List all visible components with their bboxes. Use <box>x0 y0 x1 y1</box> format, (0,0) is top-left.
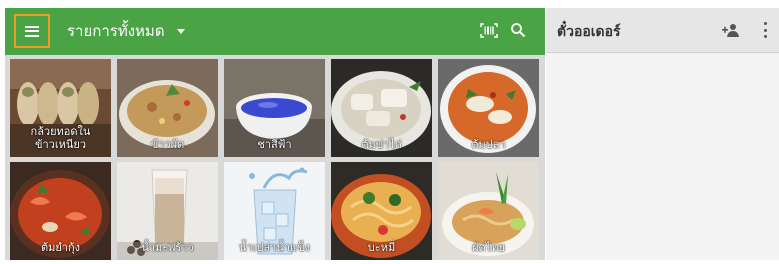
top-bar: รายการทั้งหมด <box>5 8 545 55</box>
product-label: บะหมี่ <box>367 241 396 254</box>
product-tile[interactable]: บะหมี่ <box>331 162 432 260</box>
order-title: ตั๋วออเดอร์ <box>557 24 621 40</box>
product-label: ต้มปลา <box>471 138 506 151</box>
product-tile[interactable]: น้ำเปล่าน้ำแข็ง <box>224 162 325 260</box>
product-label: กล้วยทอดใน ข้าวเหนียว <box>30 125 91 151</box>
search-icon[interactable] <box>510 22 526 38</box>
product-tile[interactable]: น้ำมะพร้าว <box>117 162 218 260</box>
product-tile[interactable]: กล้วยทอดใน ข้าวเหนียว <box>10 59 111 157</box>
hamburger-icon <box>25 25 39 37</box>
product-tile[interactable]: ต้มปลา <box>438 59 539 157</box>
order-header: ตั๋วออเดอร์ <box>546 8 779 53</box>
product-tile[interactable]: ต้มข่าไก่ <box>331 59 432 157</box>
category-dropdown[interactable]: รายการทั้งหมด <box>67 20 185 42</box>
pos-screen: รายการทั้งหมด กล้วยทอดใน ข้าวเหนียว ข้าว… <box>0 0 779 264</box>
more-vert-icon[interactable] <box>764 22 768 38</box>
product-label: น้ำมะพร้าว <box>141 241 194 254</box>
barcode-scan-icon[interactable] <box>480 23 498 38</box>
product-label: ต้มยำกุ้ง <box>40 241 81 254</box>
product-label: ข้าวผัด <box>150 138 185 151</box>
product-tile[interactable]: ชาสีฟ้า <box>224 59 325 157</box>
product-tile[interactable]: ข้าวผัด <box>117 59 218 157</box>
caret-down-icon <box>176 28 185 34</box>
category-label: รายการทั้งหมด <box>67 22 165 40</box>
product-label: ผัดไทย <box>472 241 505 254</box>
menu-button[interactable] <box>14 14 50 48</box>
product-tile[interactable]: ผัดไทย <box>438 162 539 260</box>
product-label: ต้มข่าไก่ <box>361 138 402 151</box>
product-panel: รายการทั้งหมด กล้วยทอดใน ข้าวเหนียว ข้าว… <box>5 8 545 260</box>
product-label: น้ำเปล่าน้ำแข็ง <box>238 241 311 254</box>
order-panel: ตั๋วออเดอร์ <box>546 8 779 260</box>
product-tile[interactable]: ต้มยำกุ้ง <box>10 162 111 260</box>
add-person-icon[interactable] <box>722 23 740 37</box>
product-label: ชาสีฟ้า <box>257 138 292 151</box>
